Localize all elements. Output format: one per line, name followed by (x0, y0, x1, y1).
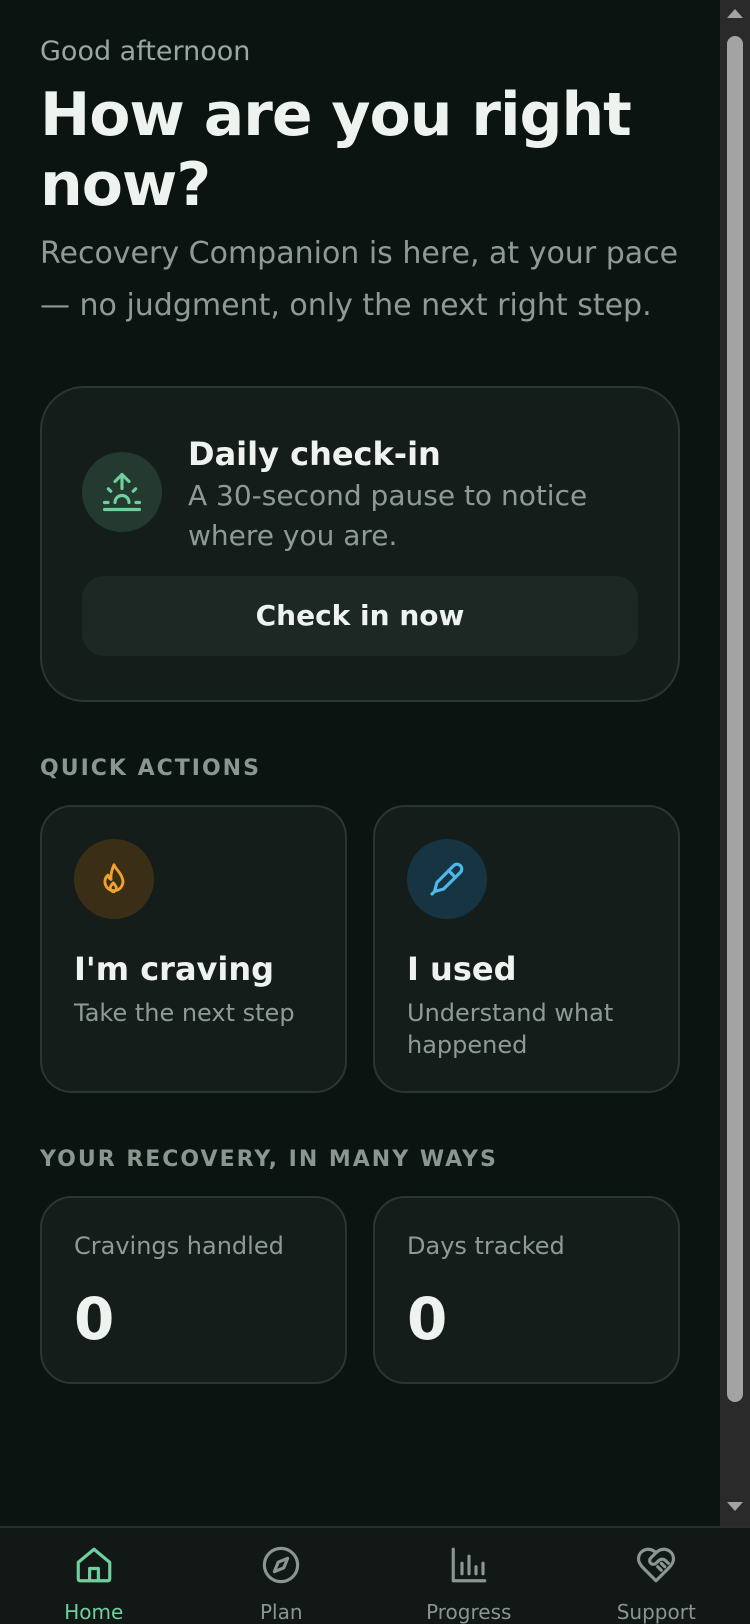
home-content: Good afternoon How are you right now? Re… (0, 0, 720, 1384)
used-title: I used (407, 950, 517, 988)
used-subtitle: Understand what happened (407, 999, 614, 1059)
checkin-subtitle: A 30-second pause to notice where you ar… (188, 479, 588, 552)
vertical-scrollbar[interactable] (720, 0, 750, 1526)
nav-label-plan: Plan (259, 1600, 303, 1624)
page-title-line-2: now? (40, 150, 211, 220)
nav-item-plan[interactable]: Plan (188, 1528, 376, 1624)
cravings-handled-label: Cravings handled (74, 1232, 284, 1260)
scroll-up-arrow-icon[interactable] (720, 6, 750, 26)
home-icon (76, 1547, 112, 1583)
days-tracked-value: 0 (407, 1285, 448, 1353)
recovery-heading: YOUR RECOVERY, IN MANY WAYS (40, 1147, 498, 1172)
nav-item-support[interactable]: Support (563, 1528, 750, 1624)
sunrise-icon (82, 452, 162, 532)
craving-action-tile[interactable]: I'm craving Take the next step (40, 805, 347, 1093)
quick-actions-grid: I'm craving Take the next step I used Un… (40, 805, 680, 1093)
nav-label-support: Support (616, 1600, 696, 1624)
craving-subtitle: Take the next step (74, 999, 295, 1027)
check-in-now-button[interactable]: Check in now (82, 576, 638, 656)
pen-icon (407, 839, 487, 919)
days-tracked-label: Days tracked (407, 1232, 565, 1260)
page-title: How are you right now? (40, 80, 680, 220)
nav-label-home: Home (64, 1600, 124, 1624)
compass-icon (263, 1546, 300, 1584)
checkin-header: Daily check-in A 30-second pause to noti… (82, 432, 638, 556)
scrollbar-thumb[interactable] (727, 36, 743, 1402)
days-tracked-stat: Days tracked 0 (373, 1196, 680, 1384)
used-action-tile[interactable]: I used Understand what happened (373, 805, 680, 1093)
nav-label-progress: Progress (426, 1600, 512, 1624)
nav-item-progress[interactable]: Progress (375, 1528, 563, 1624)
intro-text: Recovery Companion is here, at your pace… (40, 236, 679, 323)
checkin-text: Daily check-in A 30-second pause to noti… (188, 432, 638, 556)
recovery-stats-grid: Cravings handled 0 Days tracked 0 (40, 1196, 680, 1384)
daily-checkin-card: Daily check-in A 30-second pause to noti… (40, 386, 680, 702)
heart-handshake-icon (637, 1547, 676, 1583)
cravings-handled-value: 0 (74, 1285, 115, 1353)
checkin-title: Daily check-in (188, 435, 441, 473)
cravings-handled-stat: Cravings handled 0 (40, 1196, 347, 1384)
greeting: Good afternoon (40, 36, 251, 67)
scroll-down-arrow-icon[interactable] (720, 1500, 750, 1520)
flame-icon (74, 839, 154, 919)
bottom-navigation: Home Plan Progress Support (0, 1526, 750, 1624)
page-title-line-1: How are you right (40, 80, 632, 150)
nav-item-home[interactable]: Home (0, 1528, 188, 1624)
bar-chart-icon (451, 1547, 487, 1583)
main-scroll-area[interactable]: Good afternoon How are you right now? Re… (0, 0, 720, 1526)
quick-actions-heading: QUICK ACTIONS (40, 756, 261, 781)
craving-title: I'm craving (74, 950, 275, 988)
